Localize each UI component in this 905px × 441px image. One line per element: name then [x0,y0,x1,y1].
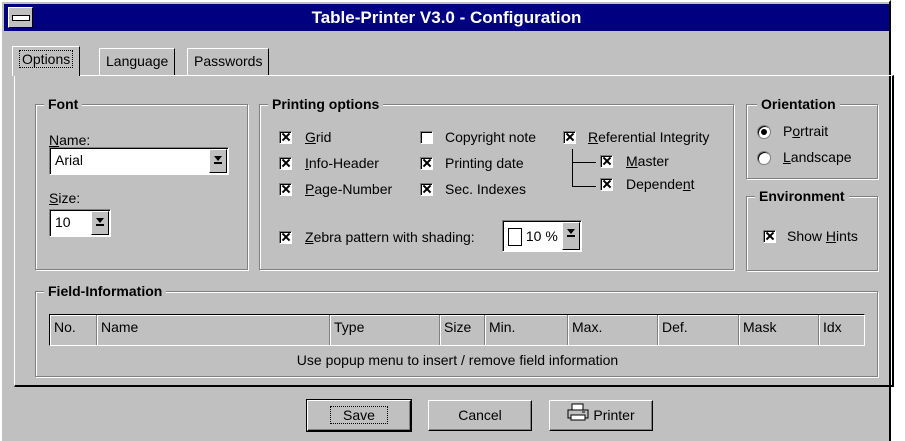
environment-legend: Environment [755,187,849,205]
zebra-label: Zebra pattern with shading: [305,229,475,245]
column-header[interactable]: Min. [485,315,568,345]
show-hints-label: Show Hints [787,228,858,244]
field-information-group: Field-Information No. Name Type Size Min… [35,282,878,377]
font-size-label: Size: [49,190,81,206]
dependent-label: Dependent [626,176,695,192]
grid-label: Grid [305,129,332,145]
landscape-radio[interactable] [757,151,771,165]
column-header[interactable]: Def. [658,315,739,345]
page-number-label: Page-Number [305,181,393,197]
column-header[interactable]: No. [50,315,97,345]
column-header[interactable]: Name [97,315,330,345]
info-header-checkbox[interactable] [279,157,292,170]
font-group: Font Name: Arial Size: 10 [35,95,248,270]
portrait-label: Portrait [783,123,829,139]
printing-date-label: Printing date [445,155,524,171]
orientation-legend: Orientation [757,95,840,113]
info-header-label: Info-Header [305,155,379,171]
shading-select[interactable]: 10 % [502,220,582,252]
column-header[interactable]: Idx [819,315,864,345]
title-bar[interactable]: Table-Printer V3.0 - Configuration [4,4,889,31]
dependent-checkbox[interactable] [600,178,613,191]
save-button[interactable]: Save [306,399,412,432]
printer-icon [567,402,589,431]
referential-integrity-checkbox[interactable] [563,131,576,144]
chevron-down-icon[interactable] [209,149,227,173]
sec-indexes-label: Sec. Indexes [445,181,526,197]
referential-integrity-label: Referential Integrity [588,129,710,145]
page-number-checkbox[interactable] [279,183,292,196]
config-window: Table-Printer V3.0 - Configuration Optio… [0,0,894,441]
environment-group: Environment Show Hints [746,187,878,271]
tab-passwords[interactable]: Passwords [187,48,270,75]
column-header[interactable]: Max. [568,315,658,345]
zebra-checkbox[interactable] [279,231,292,244]
landscape-label: Landscape [783,149,852,165]
field-info-hint: Use popup menu to insert / remove field … [296,352,619,368]
grid-checkbox[interactable] [279,131,292,144]
sec-indexes-checkbox[interactable] [420,183,433,196]
copyright-note-label: Copyright note [445,129,537,145]
tab-language[interactable]: Language [99,48,176,75]
master-checkbox[interactable] [600,155,613,168]
orientation-group: Orientation Portrait Landscape [746,95,878,179]
font-size-select[interactable]: 10 [49,209,111,237]
show-hints-checkbox[interactable] [763,230,776,243]
column-header[interactable]: Type [330,315,440,345]
copyright-note-checkbox[interactable] [420,131,433,144]
font-legend: Font [44,95,83,113]
tree-branch [572,162,596,163]
master-label: Master [626,153,669,169]
printing-options-group: Printing options Grid Info-Header Page-N… [259,95,734,270]
font-name-select[interactable]: Arial [49,147,229,175]
system-menu-icon[interactable] [8,7,33,28]
tree-line [572,149,573,187]
chevron-down-icon[interactable] [91,211,109,235]
printing-options-legend: Printing options [268,95,384,113]
printer-button[interactable]: Printer [549,400,653,431]
chevron-down-icon[interactable] [562,222,580,250]
portrait-radio[interactable] [757,125,771,139]
field-table-header[interactable]: No. Name Type Size Min. Max. Def. Mask I… [49,314,865,346]
column-header[interactable]: Size [440,315,485,345]
column-header[interactable]: Mask [739,315,819,345]
tree-branch [572,186,596,187]
window-title: Table-Printer V3.0 - Configuration [311,8,582,27]
field-information-legend: Field-Information [44,282,167,300]
printing-date-checkbox[interactable] [420,157,433,170]
tab-options[interactable]: Options [12,46,81,76]
shading-swatch [508,228,522,247]
cancel-button[interactable]: Cancel [428,400,532,431]
